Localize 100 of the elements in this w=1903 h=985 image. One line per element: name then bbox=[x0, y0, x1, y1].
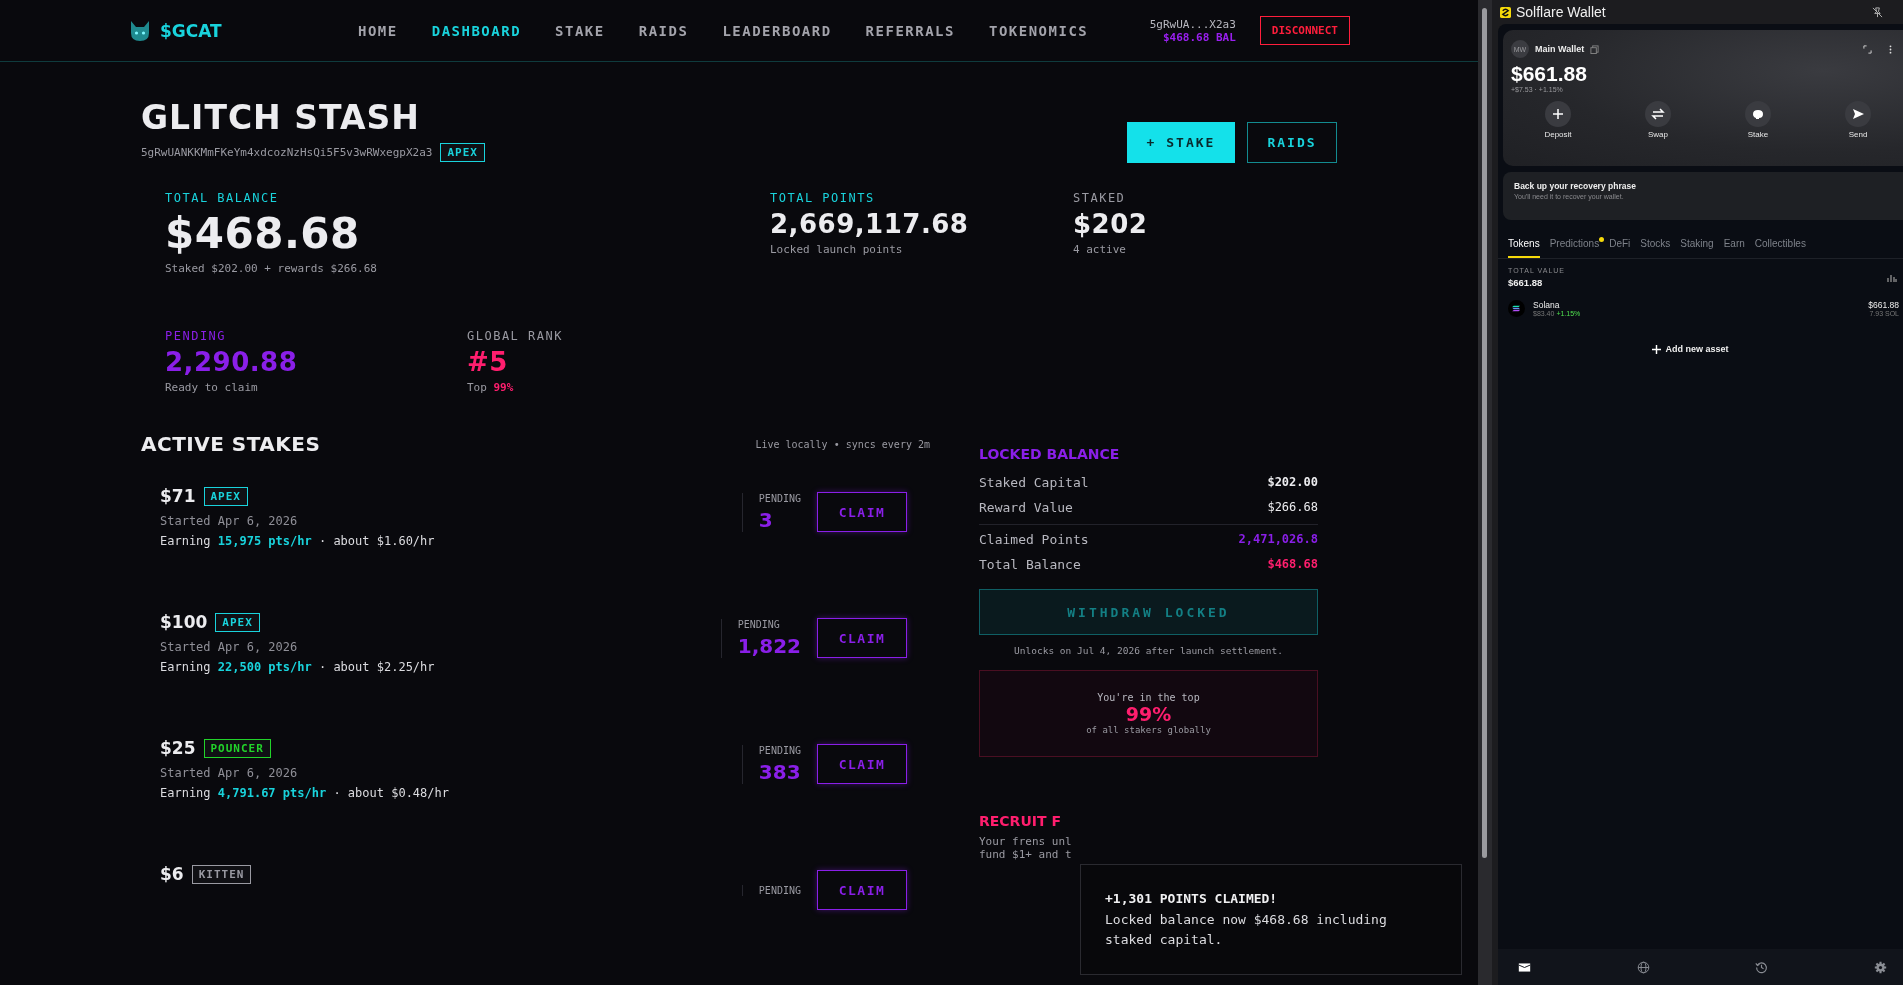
toast-message: Locked balance now $468.68 including staked capital. bbox=[1105, 911, 1388, 949]
tab[interactable]: Staking bbox=[1680, 238, 1714, 258]
stat-label: PENDING bbox=[165, 329, 227, 343]
tab[interactable]: Tokens bbox=[1508, 238, 1540, 258]
nav-link[interactable]: RAIDS bbox=[638, 22, 689, 39]
plus-icon bbox=[1652, 344, 1662, 354]
action-label[interactable]: Swap bbox=[1648, 130, 1668, 139]
row-label: Claimed Points bbox=[979, 532, 1089, 547]
tab[interactable]: DeFi bbox=[1609, 238, 1631, 258]
plus-icon[interactable] bbox=[1545, 101, 1571, 127]
pending-value: 3 bbox=[758, 507, 773, 532]
stake-amount: $25 bbox=[160, 738, 196, 758]
unlock-note: Unlocks on Jul 4, 2026 after launch settlement. bbox=[1013, 645, 1284, 656]
account-name[interactable]: Main Wallet bbox=[1535, 44, 1585, 54]
scrollbar[interactable] bbox=[1478, 0, 1492, 985]
row-value: $468.68 bbox=[1267, 557, 1318, 572]
token-value: $661.88 bbox=[1868, 300, 1899, 310]
wallet-icon[interactable] bbox=[1518, 960, 1531, 974]
section-title: ACTIVE STAKES bbox=[141, 432, 321, 456]
toast-title: +1,301 POINTS CLAIMED! bbox=[1105, 891, 1279, 906]
tier-tag: APEX bbox=[203, 486, 248, 506]
logo-text[interactable]: $GCAT bbox=[160, 20, 222, 41]
action-label[interactable]: Stake bbox=[1747, 130, 1769, 139]
send-icon[interactable] bbox=[1845, 101, 1871, 127]
disconnect-button[interactable]: DISCONNECT bbox=[1259, 16, 1350, 45]
token-name[interactable]: Solana bbox=[1533, 300, 1861, 310]
row-value: $266.68 bbox=[1267, 500, 1318, 515]
pending-value: 1,822 bbox=[737, 633, 801, 658]
wallet-balance: $661.88 bbox=[1511, 62, 1588, 86]
earning-rate: Earning 15,975 pts/hr · about $1.60/hr bbox=[160, 534, 435, 548]
sync-note: Live locally • syncs every 2m bbox=[755, 438, 930, 450]
pending-label: PENDING bbox=[737, 618, 780, 630]
row-label: Reward Value bbox=[979, 500, 1073, 515]
row-value: $202.00 bbox=[1267, 475, 1318, 490]
stat-label: GLOBAL RANK bbox=[467, 329, 563, 343]
start-date: Started Apr 6, 2026 bbox=[160, 514, 298, 528]
rank-lead: You're in the top bbox=[1097, 692, 1200, 703]
action-label[interactable]: Deposit bbox=[1544, 130, 1572, 139]
nav-link[interactable]: REFERRALS bbox=[865, 22, 955, 39]
chart-icon[interactable] bbox=[1887, 272, 1897, 283]
start-date: Started Apr 6, 2026 bbox=[160, 766, 298, 780]
earning-rate: Earning 22,500 pts/hr · about $2.25/hr bbox=[160, 660, 435, 674]
recruit-text: Your frens unl bbox=[979, 835, 1073, 848]
pending-label: PENDING bbox=[758, 744, 801, 756]
wallet-address: 5gRwUA...X2a3 bbox=[1149, 17, 1236, 31]
stat-note: Staked $202.00 + rewards $266.68 bbox=[165, 262, 377, 275]
stat-value: 2,669,117.68 bbox=[770, 209, 969, 239]
start-date: Started Apr 6, 2026 bbox=[160, 640, 298, 654]
stat-value: $468.68 bbox=[165, 209, 360, 258]
earning-rate: Earning 4,791.67 pts/hr · about $0.48/hr bbox=[160, 786, 449, 800]
add-asset-button[interactable]: Add new asset bbox=[1646, 343, 1735, 355]
window-title: Solflare Wallet bbox=[1516, 4, 1606, 20]
token-icon bbox=[1508, 300, 1525, 317]
raids-button[interactable]: RAIDS bbox=[1247, 122, 1337, 163]
stat-label: TOTAL POINTS bbox=[770, 191, 875, 205]
nav-link[interactable]: TOKENOMICS bbox=[988, 22, 1089, 39]
pending-value: 383 bbox=[758, 759, 801, 784]
nav-link[interactable]: LEADERBOARD bbox=[722, 22, 832, 39]
stat-note: Locked launch points bbox=[770, 243, 903, 256]
tier-tag: KITTEN bbox=[191, 864, 252, 884]
stake-amount: $6 bbox=[160, 864, 184, 884]
tier-tag: APEX bbox=[440, 143, 485, 162]
tab[interactable]: Stocks bbox=[1640, 238, 1671, 258]
stat-value: 2,290.88 bbox=[165, 347, 298, 377]
recruit-text: fund $1+ and t bbox=[979, 848, 1073, 861]
stake-button[interactable]: + STAKE bbox=[1127, 122, 1235, 163]
stat-note: 4 active bbox=[1073, 243, 1126, 256]
row-label: Staked Capital bbox=[979, 475, 1089, 490]
banner-title: Back up your recovery phrase bbox=[1514, 181, 1637, 191]
stake-amount: $100 bbox=[160, 612, 208, 632]
wallet-address: 5gRwUANKKMmFKeYm4xdcozNzHsQi5F5v3wRWxegpX2a3 bbox=[141, 146, 433, 159]
total-value: $661.88 bbox=[1508, 277, 1544, 288]
row-value: 2,471,026.8 bbox=[1238, 532, 1318, 547]
history-icon[interactable] bbox=[1755, 960, 1769, 974]
row-label: Total Balance bbox=[979, 557, 1081, 572]
pin-icon[interactable] bbox=[1872, 6, 1883, 18]
stat-note: Top 99% bbox=[467, 381, 514, 394]
rank-percent: 99% bbox=[1125, 703, 1172, 725]
expand-icon[interactable] bbox=[1863, 44, 1872, 54]
action-label[interactable]: Send bbox=[1848, 130, 1868, 139]
swap-icon[interactable] bbox=[1645, 101, 1671, 127]
pending-label: PENDING bbox=[758, 884, 801, 896]
stat-value: $202 bbox=[1073, 209, 1148, 239]
stat-note: Ready to claim bbox=[165, 381, 258, 394]
tab[interactable]: Collectibles bbox=[1754, 238, 1806, 258]
settings-icon[interactable] bbox=[1873, 960, 1887, 974]
sun-logo-icon bbox=[1500, 6, 1511, 18]
nav-link[interactable]: STAKE bbox=[555, 22, 605, 39]
tab[interactable]: Predictions bbox=[1549, 238, 1600, 258]
rank-note: of all stakers globally bbox=[1086, 725, 1211, 735]
nav-link[interactable]: DASHBOARD bbox=[431, 22, 522, 39]
tab[interactable]: Earn bbox=[1723, 238, 1745, 258]
nav-link[interactable]: HOME bbox=[358, 22, 398, 39]
section-title: RECRUIT F bbox=[979, 813, 1062, 829]
stat-label: STAKED bbox=[1073, 191, 1126, 205]
balance-text: $468.68 BAL bbox=[1162, 30, 1236, 44]
tier-tag: POUNCER bbox=[203, 738, 271, 758]
stake-amount: $71 bbox=[160, 486, 196, 506]
copy-icon[interactable] bbox=[1590, 44, 1600, 54]
globe-icon[interactable] bbox=[1636, 960, 1650, 974]
